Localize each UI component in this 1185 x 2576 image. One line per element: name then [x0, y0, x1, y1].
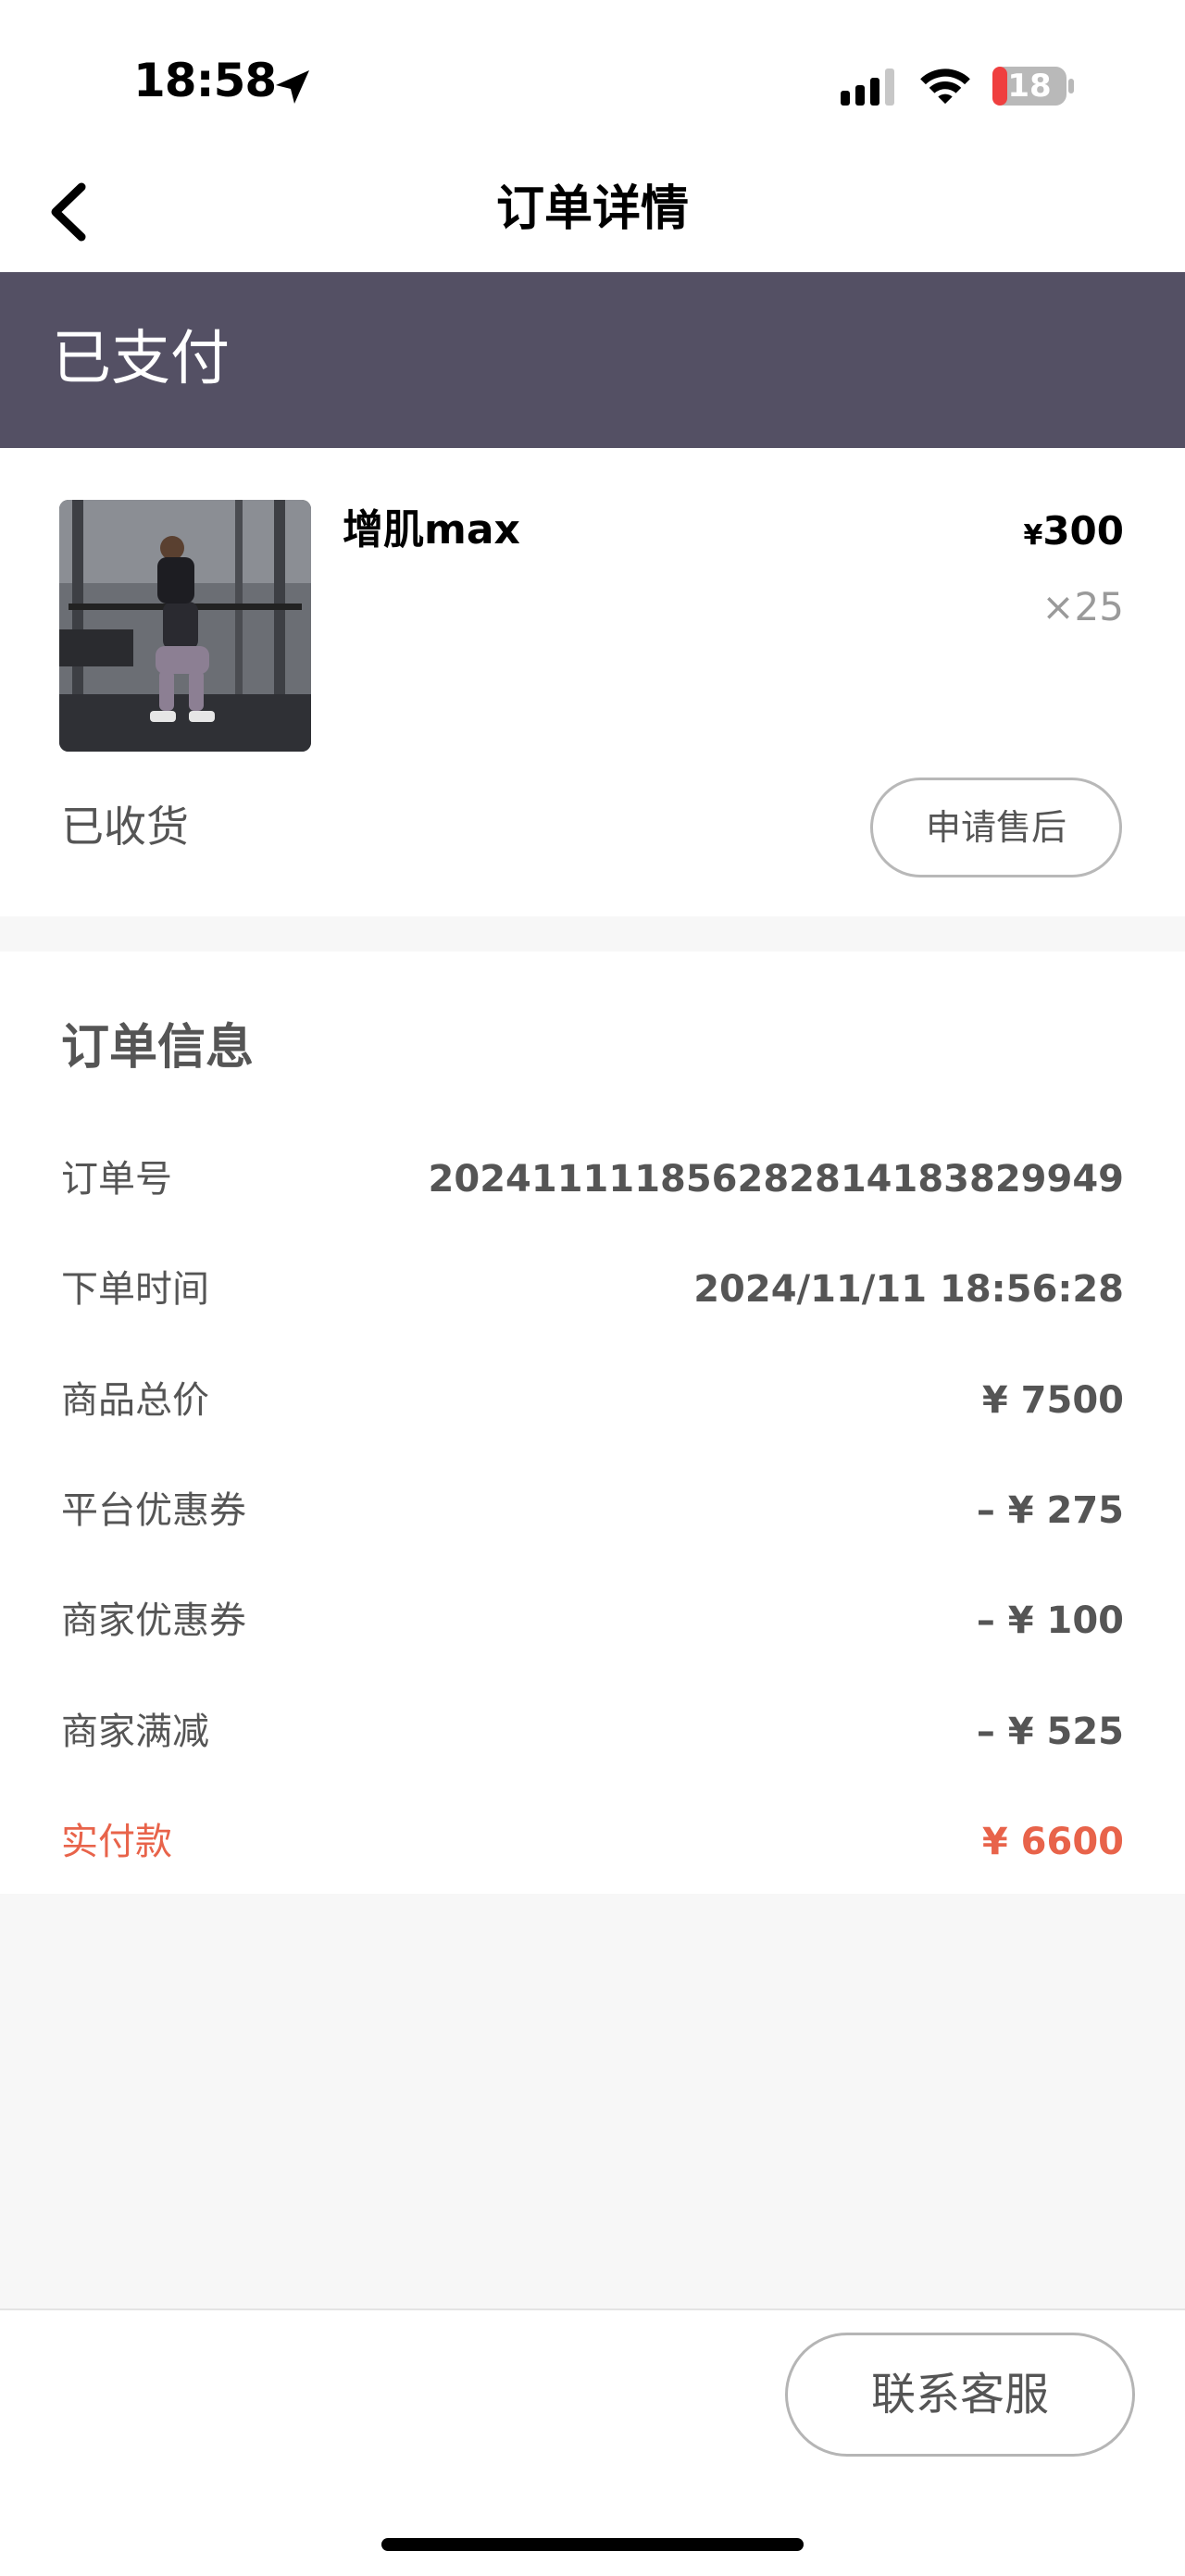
gym-photo-image [59, 500, 311, 752]
platform-coupon-value: – ¥ 275 [976, 1489, 1124, 1532]
status-time: 18:58 [133, 54, 277, 107]
battery-level: 18 [1007, 68, 1052, 105]
order-time-label: 下单时间 [61, 1268, 209, 1311]
goods-total-label: 商品总价 [61, 1379, 209, 1422]
order-info-title: 订单信息 [61, 1020, 255, 1076]
wifi-icon [920, 68, 970, 105]
currency-symbol: ¥ [1023, 519, 1043, 552]
contact-service-button[interactable]: 联系客服 [785, 2333, 1135, 2457]
delivery-status: 已收货 [61, 802, 189, 852]
order-number-label: 订单号 [61, 1158, 172, 1201]
location-arrow-icon [276, 70, 309, 104]
merchant-discount-label: 商家满减 [61, 1711, 209, 1753]
merchant-coupon-label: 商家优惠券 [61, 1599, 246, 1642]
order-number-value: 20241111185628281418382​9949 [428, 1158, 1124, 1201]
order-status-text: 已支付 [52, 325, 230, 393]
amount-paid-label: 实付款 [61, 1821, 172, 1863]
merchant-coupon-value: – ¥ 100 [976, 1599, 1124, 1642]
order-time-value: 2024/11/11 18:56:28 [693, 1268, 1124, 1311]
apply-aftersale-button[interactable]: 申请售后 [870, 778, 1122, 877]
product-quantity: ×25 [1042, 584, 1124, 629]
product-price: ¥300 [1023, 505, 1124, 562]
product-thumbnail[interactable] [59, 500, 311, 752]
amount-paid-value: ¥ 6600 [981, 1821, 1124, 1863]
cellular-signal-icon [841, 68, 894, 106]
goods-total-value: ¥ 7500 [981, 1379, 1124, 1422]
platform-coupon-label: 平台优惠券 [61, 1489, 246, 1532]
merchant-discount-value: – ¥ 525 [976, 1711, 1124, 1753]
home-indicator[interactable] [381, 2538, 804, 2551]
price-amount: 300 [1042, 508, 1124, 554]
page-title: 订单详情 [495, 181, 689, 237]
product-name[interactable]: 增肌max [343, 504, 520, 557]
